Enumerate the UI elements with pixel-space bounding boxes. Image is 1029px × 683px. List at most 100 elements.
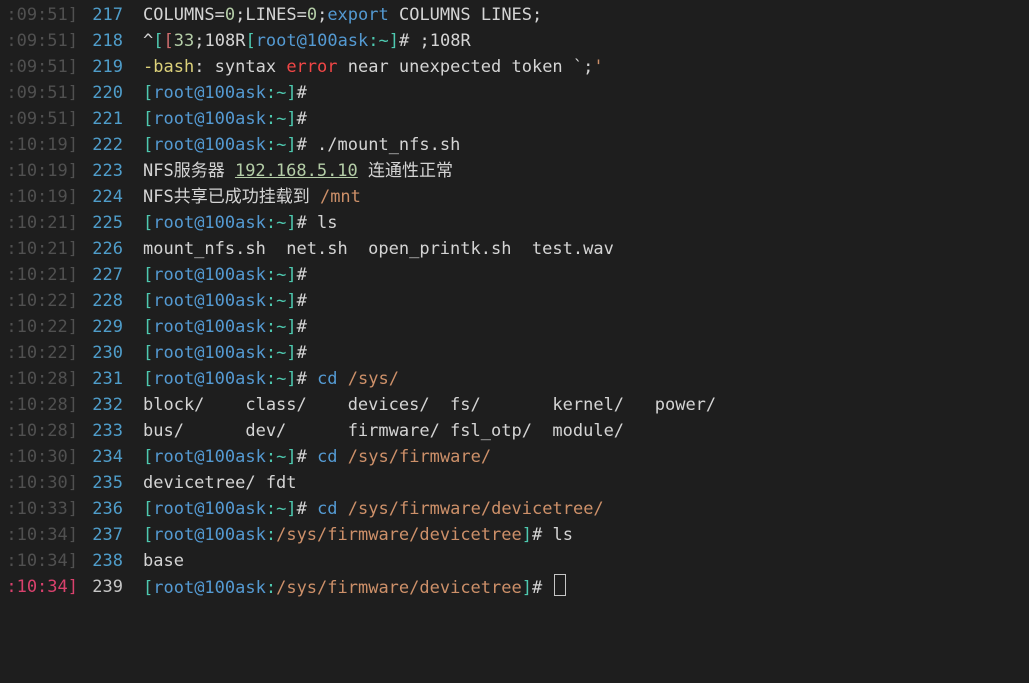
terminal-line: ^[[33;108R[root@100ask:~]# ;108R [143, 28, 1029, 54]
timestamp-cell: :09:51] [0, 2, 80, 28]
timestamp-cell: :10:33] [0, 496, 80, 522]
terminal-line: [root@100ask:/sys/firmware/devicetree]# … [143, 522, 1029, 548]
token: # [297, 369, 317, 389]
timestamp-cell: :09:51] [0, 106, 80, 132]
token: :~ [266, 343, 286, 363]
token: :~ [266, 83, 286, 103]
line-number: 235 [80, 470, 135, 496]
token: root@100ask [153, 213, 266, 233]
terminal-line: [root@100ask:~]# [143, 80, 1029, 106]
line-number: 229 [80, 314, 135, 340]
code-area[interactable]: COLUMNS=0;LINES=0;export COLUMNS LINES;^… [135, 0, 1029, 683]
timestamp-cell: :10:28] [0, 366, 80, 392]
token: :~ [266, 213, 286, 233]
terminal-line: devicetree/ fdt [143, 470, 1029, 496]
terminal-line: [root@100ask:~]# ls [143, 210, 1029, 236]
token: root@100ask [153, 83, 266, 103]
timestamp-cell: :09:51] [0, 54, 80, 80]
token: root@100ask [153, 447, 266, 467]
line-number: 220 [80, 80, 135, 106]
token: COLUMNS [143, 5, 215, 25]
token: :~ [368, 31, 388, 51]
token: # [297, 317, 317, 337]
token: /sys/firmware/devicetree [276, 578, 522, 598]
line-number: 221 [80, 106, 135, 132]
line-number: 217 [80, 2, 135, 28]
token: ] [522, 578, 532, 598]
line-number: 218 [80, 28, 135, 54]
line-number-gutter: 2172182192202212222232242252262272282292… [80, 0, 135, 683]
token: root@100ask [153, 317, 266, 337]
token: # ./mount_nfs.sh [297, 135, 461, 155]
token: ] [286, 109, 296, 129]
token: devicetree/ fdt [143, 473, 297, 493]
token: root@100ask [153, 578, 266, 598]
token: 108R [204, 31, 245, 51]
terminal-line: [root@100ask:~]# cd /sys/firmware/device… [143, 496, 1029, 522]
text-cursor [554, 574, 566, 596]
token: mount_nfs.sh net.sh open_printk.sh test.… [143, 239, 614, 259]
token: bus/ dev/ firmware/ fsl_otp/ module/ [143, 421, 624, 441]
timestamp-cell: :10:34] [0, 548, 80, 574]
terminal-log-editor[interactable]: :09:51]:09:51]:09:51]:09:51]:09:51]:10:1… [0, 0, 1029, 683]
token: ] [522, 525, 532, 545]
token: COLUMNS LINES; [389, 5, 543, 25]
terminal-line: block/ class/ devices/ fs/ kernel/ power… [143, 392, 1029, 418]
timestamp-cell: :10:22] [0, 340, 80, 366]
token: [ [143, 447, 153, 467]
token: :~ [266, 499, 286, 519]
token: : [266, 525, 276, 545]
token: :~ [266, 135, 286, 155]
line-number: 233 [80, 418, 135, 444]
token: ] [286, 213, 296, 233]
terminal-line: COLUMNS=0;LINES=0;export COLUMNS LINES; [143, 2, 1029, 28]
token: [ [143, 343, 153, 363]
line-number: 223 [80, 158, 135, 184]
token: ;LINES= [235, 5, 307, 25]
line-number: 227 [80, 262, 135, 288]
terminal-line: [root@100ask:~]# cd /sys/ [143, 366, 1029, 392]
line-number: 232 [80, 392, 135, 418]
token: # ls [532, 525, 573, 545]
token: root@100ask [153, 265, 266, 285]
token [338, 369, 348, 389]
timestamp-cell: :10:21] [0, 262, 80, 288]
terminal-line: mount_nfs.sh net.sh open_printk.sh test.… [143, 236, 1029, 262]
token: :~ [266, 109, 286, 129]
token: # [297, 265, 317, 285]
token: NFS共享已成功挂载到 [143, 187, 320, 207]
token: = [215, 5, 225, 25]
token: 108R [430, 31, 471, 51]
timestamp-cell: :10:28] [0, 392, 80, 418]
timestamp-cell: :09:51] [0, 28, 80, 54]
token: 33 [174, 31, 194, 51]
line-number: 239 [80, 574, 135, 600]
token: [ [143, 578, 153, 598]
timestamp-cell: :10:34] [0, 574, 80, 600]
token: root@100ask [256, 31, 369, 51]
token: base [143, 551, 184, 571]
terminal-line: [root@100ask:~]# ./mount_nfs.sh [143, 132, 1029, 158]
timestamp-cell: :10:19] [0, 132, 80, 158]
line-number: 231 [80, 366, 135, 392]
token: ] [389, 31, 399, 51]
token: :~ [266, 291, 286, 311]
token: :~ [266, 265, 286, 285]
timestamp-cell: :10:22] [0, 288, 80, 314]
terminal-line: [root@100ask:~]# [143, 314, 1029, 340]
timestamp-cell: :10:21] [0, 236, 80, 262]
token: 0 [307, 5, 317, 25]
token: [ [143, 213, 153, 233]
timestamp-cell: :10:19] [0, 158, 80, 184]
terminal-line: [root@100ask:~]# [143, 288, 1029, 314]
line-number: 226 [80, 236, 135, 262]
line-number: 228 [80, 288, 135, 314]
terminal-line: [root@100ask:~]# [143, 106, 1029, 132]
token [338, 499, 348, 519]
token: # [297, 447, 317, 467]
token [338, 447, 348, 467]
token: root@100ask [153, 343, 266, 363]
token: near unexpected token `; [338, 57, 594, 77]
line-number: 238 [80, 548, 135, 574]
token: # ls [297, 213, 338, 233]
